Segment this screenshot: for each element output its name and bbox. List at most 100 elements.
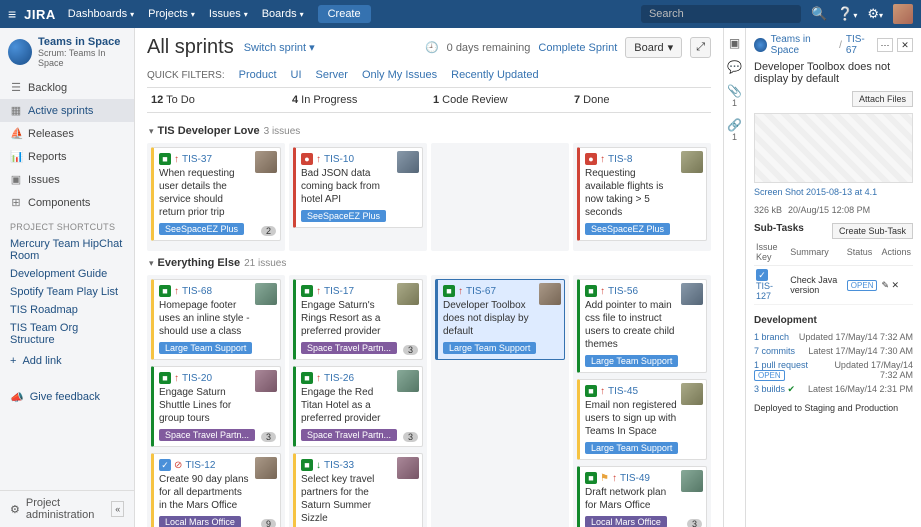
settings-icon[interactable]: ⚙▾: [867, 6, 883, 22]
issue-key[interactable]: TIS-26: [324, 373, 354, 384]
issue-key[interactable]: TIS-67: [466, 286, 496, 297]
assignee-avatar[interactable]: [681, 470, 703, 492]
assignee-avatar[interactable]: [255, 283, 277, 305]
assignee-avatar[interactable]: [397, 283, 419, 305]
attachment-name[interactable]: Screen Shot 2015-08-13 at 4.1: [754, 187, 877, 197]
nav-projects[interactable]: Projects▾: [148, 8, 195, 20]
nav-dashboards[interactable]: Dashboards▾: [68, 8, 134, 20]
subtask-key[interactable]: TIS-127: [756, 281, 773, 301]
sidebar-item-releases[interactable]: ⛵Releases: [0, 122, 134, 145]
issue-card[interactable]: ●↑TIS-10Bad JSON data coming back from h…: [293, 147, 423, 228]
create-button[interactable]: Create: [318, 5, 371, 23]
epic-label[interactable]: Large Team Support: [443, 342, 536, 354]
issue-card[interactable]: ■↑TIS-68Homepage footer uses an inline s…: [151, 279, 281, 360]
links-icon[interactable]: 🔗: [727, 118, 742, 132]
issue-key[interactable]: TIS-8: [608, 154, 632, 165]
nav-issues[interactable]: Issues▾: [209, 8, 248, 20]
epic-label[interactable]: SeeSpaceEZ Plus: [159, 223, 244, 235]
shortcut-link[interactable]: Spotify Team Play List: [0, 283, 134, 301]
board-column[interactable]: ■↑TIS-37When requesting user details the…: [147, 143, 285, 251]
board-column[interactable]: ●↑TIS-10Bad JSON data coming back from h…: [289, 143, 427, 251]
epic-label[interactable]: Large Team Support: [159, 342, 252, 354]
assignee-avatar[interactable]: [681, 151, 703, 173]
user-avatar[interactable]: [893, 4, 913, 24]
issue-key[interactable]: TIS-45: [608, 386, 638, 397]
assignee-avatar[interactable]: [681, 383, 703, 405]
detail-more-button[interactable]: ⋯: [877, 38, 893, 52]
epic-label[interactable]: Local Mars Office: [159, 516, 241, 527]
development-row[interactable]: 1 pull request OPENUpdated 17/May/14 7:3…: [754, 358, 913, 382]
epic-label[interactable]: Space Travel Partn...: [159, 429, 255, 441]
filter-product[interactable]: Product: [239, 69, 277, 81]
issue-key[interactable]: TIS-17: [324, 286, 354, 297]
search-icon[interactable]: 🔍: [811, 6, 827, 22]
development-row[interactable]: 7 commitsLatest 17/May/14 7:30 AM: [754, 344, 913, 358]
development-row[interactable]: 1 branchUpdated 17/May/14 7:32 AM: [754, 330, 913, 344]
detail-issue-key[interactable]: TIS-67: [846, 34, 873, 56]
add-link[interactable]: +Add link: [0, 349, 134, 373]
switch-sprint-link[interactable]: Switch sprint ▾: [244, 41, 315, 54]
board-menu-button[interactable]: Board▾: [625, 37, 682, 58]
filter-server[interactable]: Server: [316, 69, 348, 81]
detail-close-button[interactable]: ✕: [897, 38, 913, 52]
issue-card[interactable]: ■↑TIS-67Developer Toolbox does not displ…: [435, 279, 565, 360]
project-header[interactable]: Teams in Space Scrum: Teams In Space: [0, 28, 134, 76]
issue-key[interactable]: TIS-33: [324, 460, 354, 471]
assignee-avatar[interactable]: [681, 283, 703, 305]
complete-sprint-link[interactable]: Complete Sprint: [538, 42, 617, 54]
assignee-avatar[interactable]: [539, 283, 561, 305]
project-admin-link[interactable]: Project administration: [26, 497, 106, 521]
issue-card[interactable]: ■↑TIS-56Add pointer to main css file to …: [577, 279, 707, 373]
assignee-avatar[interactable]: [397, 370, 419, 392]
detail-project-link[interactable]: Teams in Space: [771, 34, 835, 56]
epic-label[interactable]: Large Team Support: [585, 442, 678, 454]
sidebar-collapse-button[interactable]: «: [111, 501, 124, 517]
global-search-input[interactable]: [641, 5, 801, 23]
filter-only-my-issues[interactable]: Only My Issues: [362, 69, 437, 81]
issue-card[interactable]: ■↑TIS-45Email non registered users to si…: [577, 379, 707, 460]
filter-recently-updated[interactable]: Recently Updated: [451, 69, 538, 81]
board-column[interactable]: ●↑TIS-8Requesting available flights is n…: [573, 143, 711, 251]
issue-key[interactable]: TIS-10: [324, 154, 354, 165]
give-feedback[interactable]: 📣Give feedback: [0, 381, 134, 414]
filter-ui[interactable]: UI: [291, 69, 302, 81]
shortcut-link[interactable]: TIS Team Org Structure: [0, 319, 134, 349]
board-column[interactable]: ■↑TIS-67Developer Toolbox does not displ…: [431, 275, 569, 527]
board-column[interactable]: ■↑TIS-17Engage Saturn's Rings Resort as …: [289, 275, 427, 527]
sidebar-item-reports[interactable]: 📊Reports: [0, 145, 134, 168]
subtask-row[interactable]: ✓ TIS-127Check Java versionOPEN✎ ✕: [754, 266, 913, 305]
board-column[interactable]: [431, 143, 569, 251]
epic-label[interactable]: Large Team Support: [585, 355, 678, 367]
detail-view-icon[interactable]: ▣: [729, 36, 740, 50]
assignee-avatar[interactable]: [397, 457, 419, 479]
shortcut-link[interactable]: Development Guide: [0, 265, 134, 283]
epic-label[interactable]: Local Mars Office: [585, 516, 667, 527]
issue-card[interactable]: ■↓TIS-33Select key travel partners for t…: [293, 453, 423, 527]
issue-card[interactable]: ■↑TIS-20Engage Saturn Shuttle Lines for …: [151, 366, 281, 447]
issue-key[interactable]: TIS-12: [185, 460, 215, 471]
create-subtask-button[interactable]: Create Sub-Task: [832, 223, 913, 239]
issue-card[interactable]: ●↑TIS-8Requesting available flights is n…: [577, 147, 707, 241]
issue-key[interactable]: TIS-56: [608, 286, 638, 297]
board-column[interactable]: ■↑TIS-68Homepage footer uses an inline s…: [147, 275, 285, 527]
jira-logo[interactable]: JIRA: [24, 7, 56, 22]
subtask-actions[interactable]: ✎ ✕: [879, 266, 913, 305]
swimlane-header[interactable]: ▾ TIS Developer Love 3 issues: [147, 119, 711, 143]
shortcut-link[interactable]: Mercury Team HipChat Room: [0, 235, 134, 265]
development-row[interactable]: 3 builds ✔Latest 16/May/14 2:31 PM: [754, 382, 913, 397]
assignee-avatar[interactable]: [255, 457, 277, 479]
assignee-avatar[interactable]: [255, 370, 277, 392]
sidebar-item-backlog[interactable]: ☰Backlog: [0, 76, 134, 99]
attachment-thumbnail[interactable]: [754, 113, 913, 183]
issue-key[interactable]: TIS-49: [620, 473, 650, 484]
sidebar-item-components[interactable]: ⊞Components: [0, 191, 134, 214]
shortcut-link[interactable]: TIS Roadmap: [0, 301, 134, 319]
epic-label[interactable]: SeeSpaceEZ Plus: [585, 223, 670, 235]
issue-card[interactable]: ✓⊘TIS-12Create 90 day plans for all depa…: [151, 453, 281, 527]
comments-icon[interactable]: 💬: [727, 60, 742, 74]
app-switcher-icon[interactable]: ≡: [8, 6, 16, 22]
issue-key[interactable]: TIS-37: [182, 154, 212, 165]
issue-key[interactable]: TIS-20: [182, 373, 212, 384]
attachments-icon[interactable]: 📎: [727, 84, 742, 98]
epic-label[interactable]: Space Travel Partn...: [301, 342, 397, 354]
